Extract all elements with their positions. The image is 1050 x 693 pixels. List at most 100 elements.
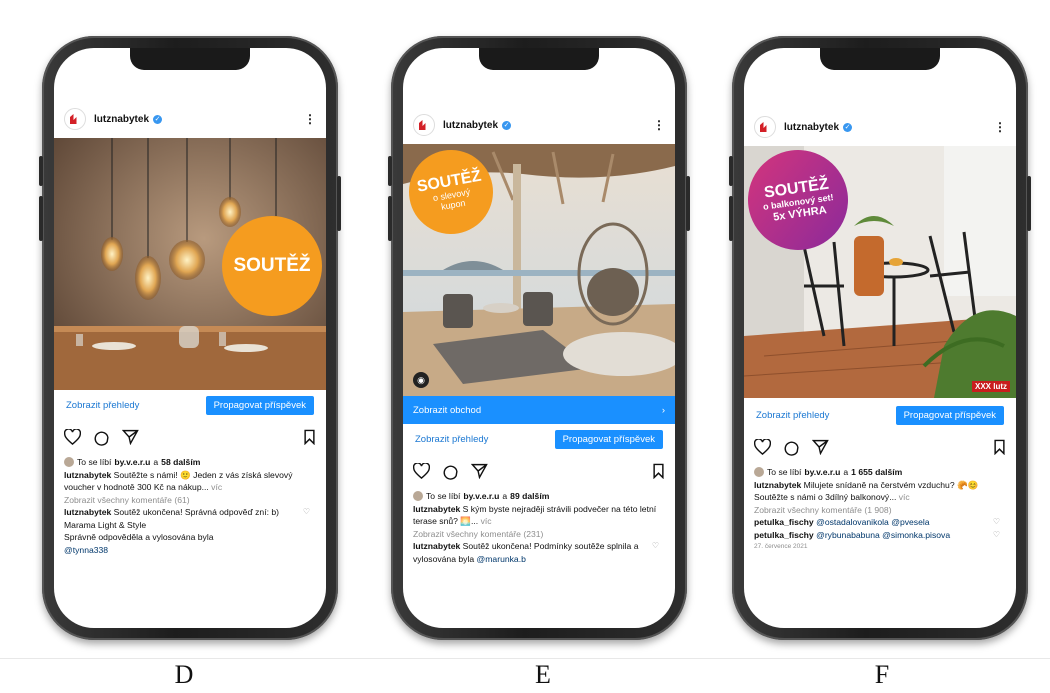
comment-icon[interactable] <box>783 439 800 456</box>
likes-count[interactable]: 89 dalším <box>510 490 549 503</box>
post-image[interactable]: SOUTĚŽ o slevový kupon ◉ <box>403 144 675 396</box>
divider <box>0 658 1050 659</box>
likes-line: To se líbí by.v.e.r.u a 89 dalším <box>413 490 663 503</box>
phone-side-button <box>388 196 392 241</box>
view-comments-link[interactable]: Zobrazit všechny komentáře (1 908) <box>754 504 1004 517</box>
phone-side-button <box>729 156 733 186</box>
comment-like-icon[interactable]: ♡ <box>993 529 1000 542</box>
more-options-icon[interactable]: ⋮ <box>304 112 316 126</box>
phone-mockup-d: lutznabytek ✓ ⋮ SOUTĚŽ Zobrazit přehledy… <box>39 36 341 640</box>
post-date: 27. července 2021 <box>754 543 808 550</box>
comment: ♡ lutznabytek Soutěž ukončena! Podmínky … <box>413 540 659 564</box>
verified-icon: ✓ <box>843 122 853 132</box>
post-header: lutznabytek ✓ ⋮ <box>403 110 675 140</box>
phone-notch <box>479 48 599 70</box>
view-insights-link[interactable]: Zobrazit přehledy <box>756 410 829 421</box>
mention-tag[interactable]: @marunka.b <box>477 554 526 564</box>
comment-icon[interactable] <box>93 429 110 446</box>
share-icon[interactable] <box>471 463 488 479</box>
view-shop-label: Zobrazit obchod <box>413 404 482 416</box>
verified-icon: ✓ <box>153 114 163 124</box>
likes-line: To se líbí by.v.e.r.u a 58 dalším <box>64 456 314 469</box>
share-icon[interactable] <box>122 429 139 445</box>
promote-button[interactable]: Propagovat příspěvek <box>205 395 314 415</box>
post-caption-area: To se líbí by.v.e.r.u a 58 dalším lutzna… <box>64 456 314 556</box>
more-options-icon[interactable]: ⋮ <box>994 120 1006 134</box>
comment-like-icon[interactable]: ♡ <box>652 540 659 553</box>
caption-text: lutznabytek Milujete snídaně na čerstvém… <box>754 479 979 503</box>
post-image[interactable]: SOUTĚŽ <box>54 138 326 390</box>
more-options-icon[interactable]: ⋮ <box>653 118 665 132</box>
share-icon[interactable] <box>812 439 829 455</box>
liker-avatar <box>64 457 74 468</box>
figure-label-f: F <box>874 660 890 689</box>
phone-side-button <box>1027 176 1031 231</box>
likes-line: To se líbí by.v.e.r.u a 1 655 dalším <box>754 466 1004 479</box>
post-actions <box>754 436 1006 458</box>
more-link[interactable]: víc <box>481 516 492 526</box>
bookmark-icon[interactable] <box>652 463 665 479</box>
phone-side-button <box>686 176 690 231</box>
comment: ♡ petulka_fischy @rybunababuna @simonka.… <box>754 529 1000 542</box>
view-shop-bar[interactable]: Zobrazit obchod › <box>403 396 675 424</box>
bookmark-icon[interactable] <box>303 429 316 445</box>
liker-username[interactable]: by.v.e.r.u <box>114 456 150 469</box>
post-actions <box>413 460 665 482</box>
like-heart-icon[interactable] <box>754 439 771 455</box>
verified-icon: ✓ <box>502 120 512 130</box>
account-name[interactable]: lutznabytek <box>443 120 498 131</box>
liker-username[interactable]: by.v.e.r.u <box>463 490 499 503</box>
promote-button[interactable]: Propagovat příspěvek <box>895 405 1004 425</box>
instagram-post-screen: lutznabytek ✓ ⋮ <box>54 48 326 628</box>
comment-like-icon[interactable]: ♡ <box>993 516 1000 529</box>
phone-side-button <box>39 196 43 241</box>
instagram-post-screen: lutznabytek ✓ ⋮ <box>744 48 1016 628</box>
insights-bar: Zobrazit přehledy Propagovat příspěvek <box>403 426 675 452</box>
phone-mockup-f: lutznabytek ✓ ⋮ SOUTĚŽ o balkonový set! … <box>729 36 1031 640</box>
view-insights-link[interactable]: Zobrazit přehledy <box>66 400 139 411</box>
account-avatar[interactable] <box>754 116 776 138</box>
phone-side-button <box>729 196 733 241</box>
post-caption-area: To se líbí by.v.e.r.u a 89 dalším lutzna… <box>413 490 663 565</box>
promote-button[interactable]: Propagovat příspěvek <box>554 429 663 449</box>
caption-text: lutznabytek Soutěžte s námi! 🙂 Jeden z v… <box>64 469 293 493</box>
bookmark-icon[interactable] <box>993 439 1006 455</box>
account-avatar[interactable] <box>64 108 86 130</box>
like-heart-icon[interactable] <box>413 463 430 479</box>
account-avatar[interactable] <box>413 114 435 136</box>
view-comments-link[interactable]: Zobrazit všechny komentáře (61) <box>64 494 314 507</box>
more-link[interactable]: víc <box>211 482 222 492</box>
chevron-right-icon: › <box>661 404 665 416</box>
more-link[interactable]: víc <box>899 492 910 502</box>
account-name[interactable]: lutznabytek <box>784 122 839 133</box>
figure-label-e: E <box>535 660 551 689</box>
account-name[interactable]: lutznabytek <box>94 114 149 125</box>
mention-tag[interactable]: @tynna338 <box>64 545 108 555</box>
phone-side-button <box>337 176 341 231</box>
view-insights-link[interactable]: Zobrazit přehledy <box>415 434 488 445</box>
comment: ♡ petulka_fischy @ostadalovanikola @pves… <box>754 516 1000 529</box>
like-heart-icon[interactable] <box>64 429 81 445</box>
badge-title: SOUTĚŽ <box>233 254 311 276</box>
shopping-bag-icon[interactable]: ◉ <box>413 372 429 388</box>
liker-username[interactable]: by.v.e.r.u <box>804 466 840 479</box>
comment-icon[interactable] <box>442 463 459 480</box>
phone-notch <box>130 48 250 70</box>
comment: ♡ lutznabytek Soutěž ukončena! Správná o… <box>64 506 310 555</box>
phone-side-button <box>39 156 43 186</box>
likes-count[interactable]: 58 dalším <box>161 456 200 469</box>
contest-badge: SOUTĚŽ <box>222 216 322 316</box>
likes-count[interactable]: 1 655 dalším <box>851 466 902 479</box>
liker-avatar <box>754 467 764 478</box>
phone-notch <box>820 48 940 70</box>
phone-side-button <box>388 156 392 186</box>
mention-tag[interactable]: @ostadalovanikola @pvesela <box>816 517 929 527</box>
comment-like-icon[interactable]: ♡ <box>303 506 310 519</box>
mention-tag[interactable]: @rybunababuna @simonka.pisova <box>816 530 950 540</box>
view-comments-link[interactable]: Zobrazit všechny komentáře (231) <box>413 528 663 541</box>
post-image[interactable]: SOUTĚŽ o balkonový set! 5x VÝHRA XXX lut… <box>744 146 1016 398</box>
post-caption-area: To se líbí by.v.e.r.u a 1 655 dalším lut… <box>754 466 1004 554</box>
insights-bar: Zobrazit přehledy Propagovat příspěvek <box>744 402 1016 428</box>
post-header: lutznabytek ✓ ⋮ <box>54 104 326 134</box>
phone-mockup-e: lutznabytek ✓ ⋮ SOUTĚŽ o slevový kupon ◉… <box>388 36 690 640</box>
